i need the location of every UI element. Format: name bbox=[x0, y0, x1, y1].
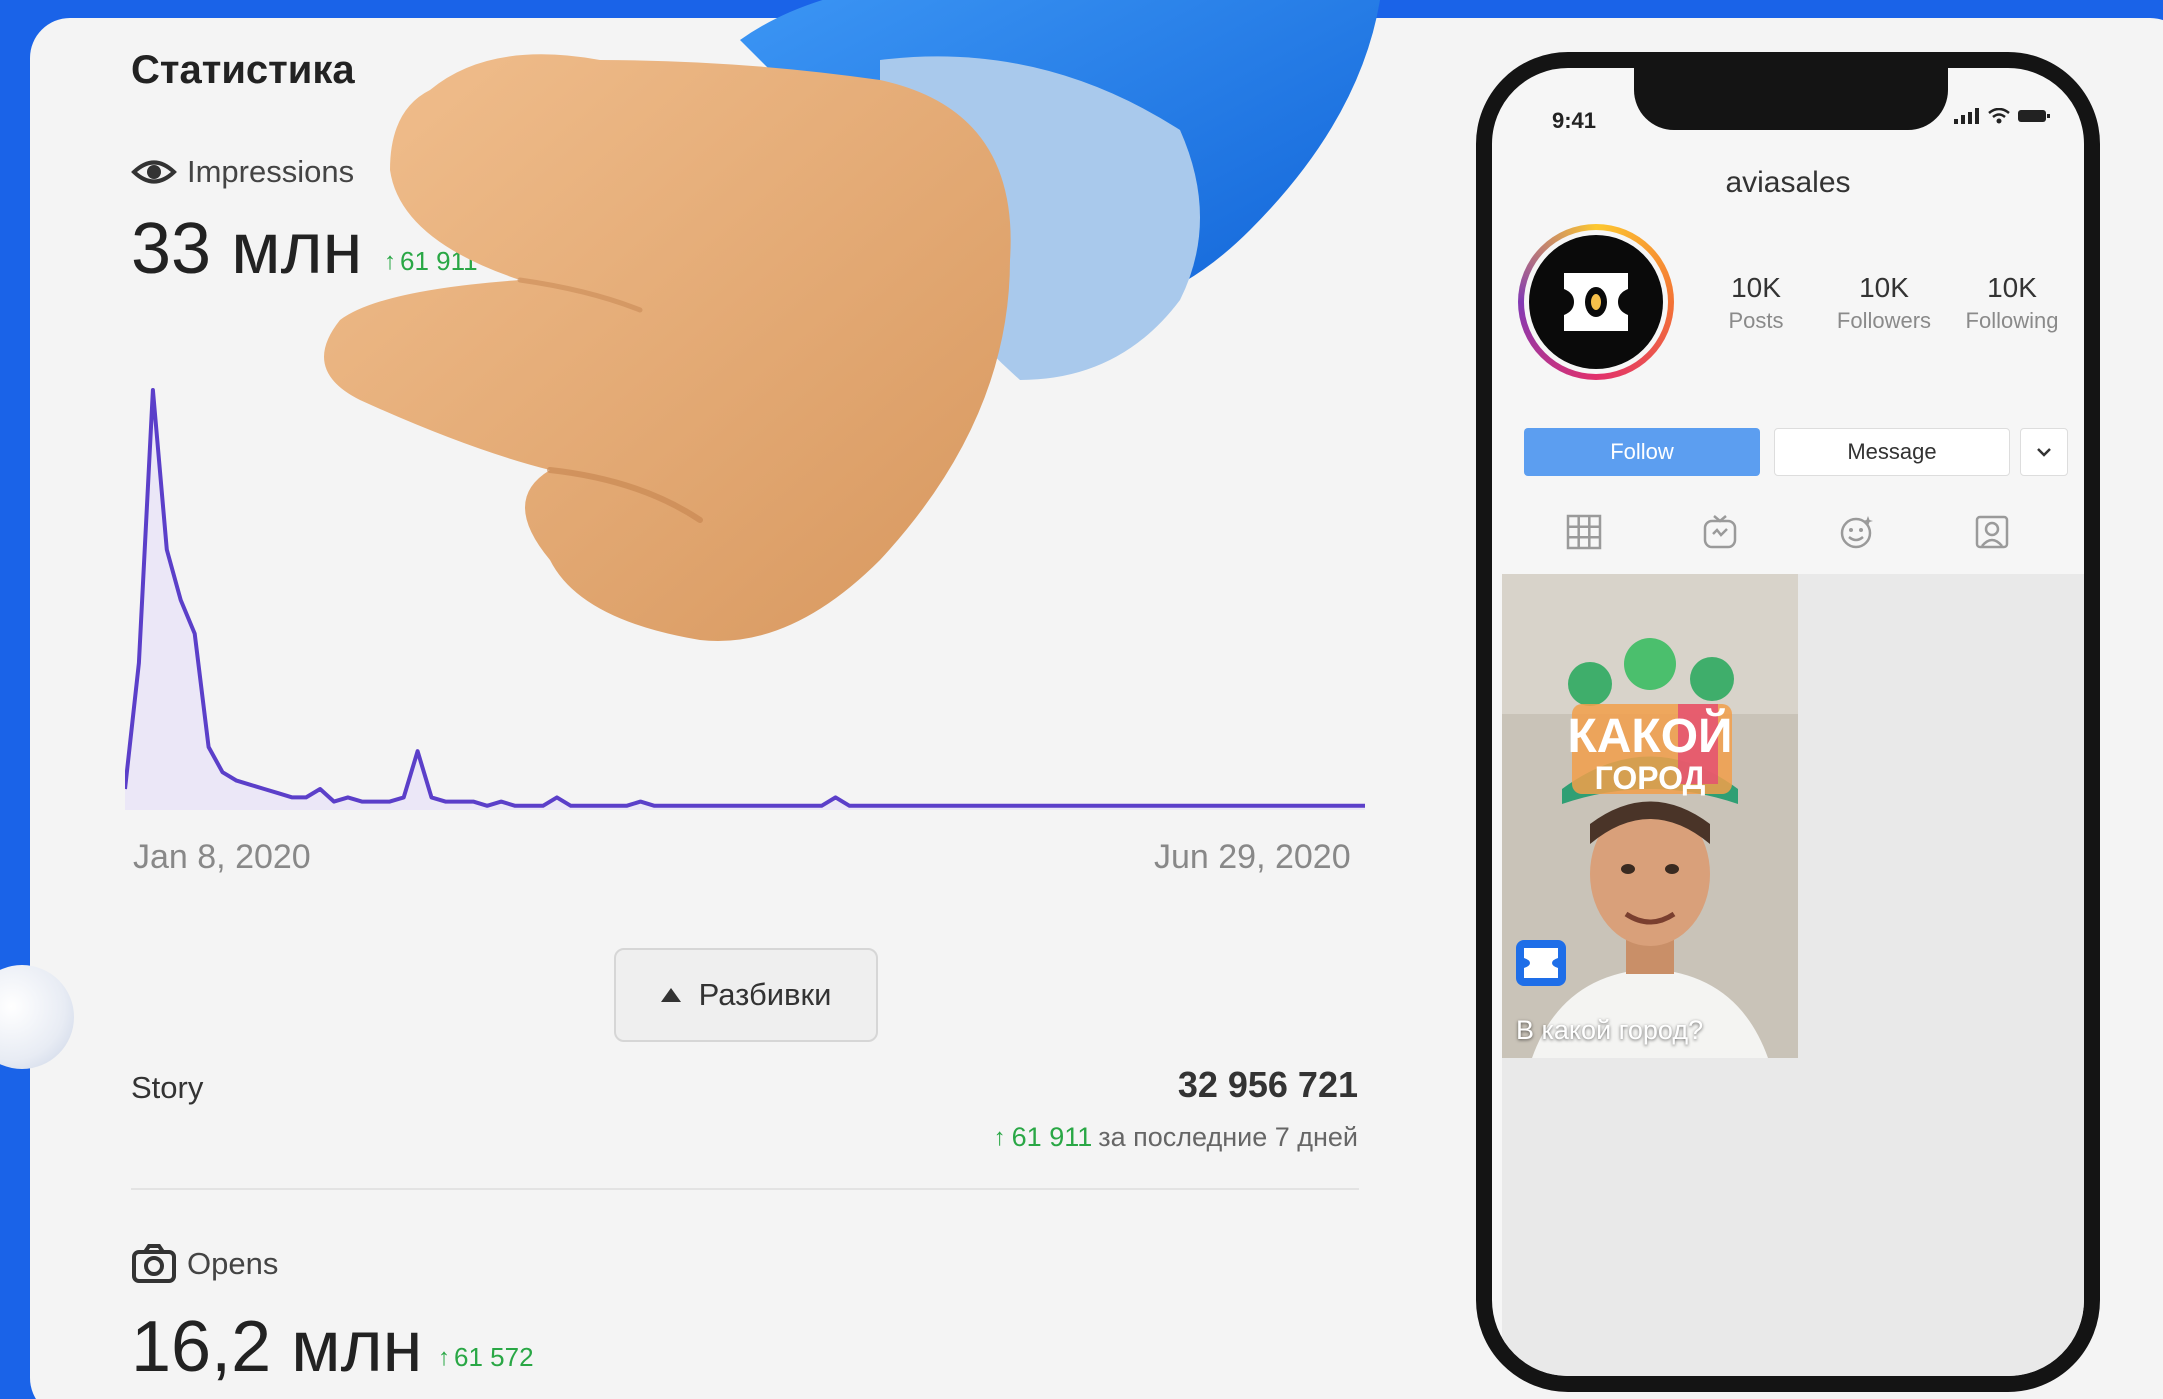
post-image: КАКОЙ ГОРОД bbox=[1502, 574, 1798, 1058]
story-value: 32 956 721 bbox=[1177, 1064, 1358, 1105]
status-time: 9:41 bbox=[1552, 108, 1597, 133]
sticker-title: КАКОЙ bbox=[1567, 708, 1732, 763]
sticker-subtitle: ГОРОД bbox=[1595, 760, 1706, 796]
profile-avatar[interactable] bbox=[1518, 224, 1674, 380]
canvas: Статистика Impressions 33 млн ↑ 61 911 J… bbox=[0, 0, 2163, 1399]
post-thumbnail[interactable]: КАКОЙ ГОРОД В какой город? bbox=[1502, 574, 1798, 1058]
phone-notch bbox=[1634, 68, 1948, 130]
camera-icon bbox=[132, 1244, 176, 1283]
x-tick-start: Jan 8, 2020 bbox=[133, 838, 311, 876]
chevron-down-icon bbox=[2037, 448, 2051, 457]
stat-followers-num: 10K bbox=[1859, 272, 1909, 303]
status-icons bbox=[1954, 108, 2050, 124]
stat-posts-num: 10K bbox=[1731, 272, 1781, 303]
aviasales-logo-icon bbox=[1564, 273, 1628, 331]
wifi-icon bbox=[1988, 108, 2010, 124]
breakdown-label: Разбивки bbox=[698, 977, 832, 1012]
more-options-button[interactable] bbox=[2020, 428, 2068, 476]
profile-stats: 10K Posts 10K Followers 10K Following bbox=[1692, 272, 2076, 334]
stat-posts-label: Posts bbox=[1728, 308, 1784, 333]
profile-username: aviasales bbox=[1725, 166, 1851, 199]
phone-mockup: 9:41 aviasales 10K Posts 10K Followers 1… bbox=[1476, 52, 2100, 1392]
message-button[interactable]: Message bbox=[1774, 428, 2010, 476]
opens-value: 16,2 млн bbox=[131, 1307, 423, 1387]
grid-icon[interactable] bbox=[1566, 514, 1602, 550]
stat-following-num: 10K bbox=[1987, 272, 2037, 303]
profile-tabs bbox=[1492, 514, 2084, 550]
opens-delta: ↑ 61 572 bbox=[438, 1342, 534, 1373]
story-label: Story bbox=[131, 1070, 204, 1105]
post-caption: В какой город? bbox=[1516, 1015, 1704, 1045]
story-delta-value: 61 911 bbox=[1011, 1122, 1093, 1152]
story-delta: ↑ 61 911 за последние 7 дней bbox=[994, 1122, 1358, 1153]
stat-posts[interactable]: 10K Posts bbox=[1692, 272, 1820, 334]
signal-icon bbox=[1954, 108, 1979, 124]
opens-label-text: Opens bbox=[187, 1246, 279, 1281]
igtv-icon[interactable] bbox=[1702, 514, 1738, 550]
story-delta-note: за последние 7 дней bbox=[1098, 1122, 1358, 1152]
opens-label: Opens bbox=[131, 1244, 278, 1284]
stat-followers[interactable]: 10K Followers bbox=[1820, 272, 1948, 334]
follow-button[interactable]: Follow bbox=[1524, 428, 1760, 476]
caret-up-icon bbox=[660, 988, 681, 1002]
opens-delta-value: 61 572 bbox=[454, 1342, 534, 1372]
stat-followers-label: Followers bbox=[1836, 308, 1932, 333]
eye-icon bbox=[131, 160, 177, 184]
up-arrow-icon: ↑ bbox=[993, 1123, 1006, 1151]
tagged-icon[interactable] bbox=[1974, 514, 2010, 550]
stat-following-label: Following bbox=[1965, 308, 2059, 333]
pointing-hand-illustration bbox=[324, 0, 1380, 642]
stat-following[interactable]: 10K Following bbox=[1948, 272, 2076, 334]
divider bbox=[131, 1188, 1359, 1190]
posts-grid: КАКОЙ ГОРОД В какой город? bbox=[1502, 574, 2084, 1376]
x-tick-end: Jun 29, 2020 bbox=[1154, 838, 1351, 876]
up-arrow-icon: ↑ bbox=[438, 1343, 450, 1371]
battery-icon bbox=[2018, 110, 2050, 122]
breakdown-toggle-button[interactable]: Разбивки bbox=[614, 948, 878, 1042]
effects-icon[interactable] bbox=[1838, 514, 1874, 550]
